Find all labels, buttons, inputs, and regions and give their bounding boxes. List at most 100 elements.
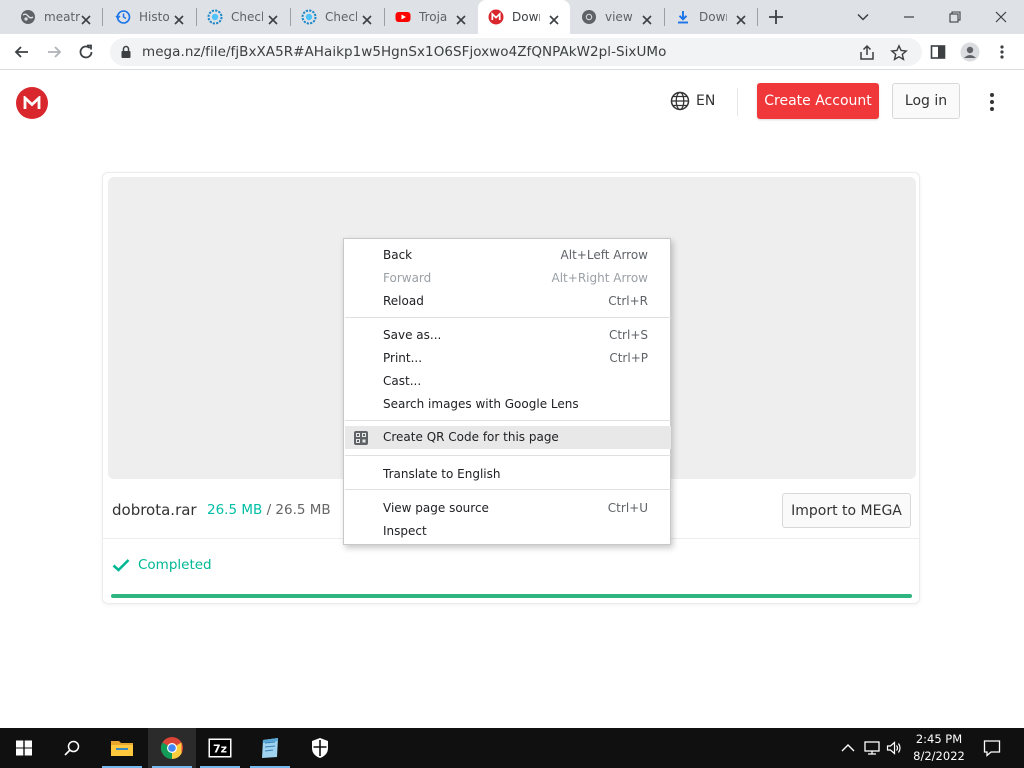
taskbar-chrome[interactable] bbox=[148, 728, 196, 768]
reload-button[interactable] bbox=[74, 40, 98, 64]
total-size: 26.5 MB bbox=[275, 502, 331, 518]
header-divider bbox=[737, 88, 738, 116]
file-explorer-icon bbox=[111, 741, 133, 756]
system-clock[interactable]: 2:45 PM 8/2/2022 bbox=[906, 731, 972, 765]
tab[interactable]: Histo bbox=[103, 0, 195, 34]
menu-item-shortcut: Ctrl+R bbox=[608, 294, 648, 308]
profile-avatar-icon bbox=[960, 42, 980, 62]
volume-icon[interactable] bbox=[886, 740, 902, 756]
taskbar-windows-security[interactable] bbox=[296, 728, 344, 768]
taskbar-7zip[interactable]: 7z bbox=[196, 728, 244, 768]
defender-icon bbox=[312, 738, 328, 758]
profile-button[interactable] bbox=[960, 42, 980, 62]
notification-center-icon[interactable] bbox=[982, 738, 1002, 758]
close-icon[interactable] bbox=[80, 11, 92, 25]
language-selector[interactable]: EN bbox=[670, 91, 715, 111]
notepad-icon bbox=[262, 738, 278, 758]
menu-item-google-lens[interactable]: Search images with Google Lens bbox=[345, 393, 671, 416]
menu-separator bbox=[345, 317, 671, 318]
tab-title: meatr bbox=[44, 10, 80, 24]
import-to-mega-button[interactable]: Import to MEGA bbox=[782, 493, 911, 528]
taskbar: 7z 2:45 PM 8/2/2022 bbox=[0, 728, 1024, 768]
close-icon[interactable] bbox=[267, 11, 279, 25]
minimize-icon bbox=[904, 16, 914, 18]
menu-item-shortcut: Ctrl+S bbox=[608, 328, 648, 342]
tab[interactable]: Trojan bbox=[385, 0, 477, 34]
more-vertical-icon bbox=[990, 93, 994, 97]
menu-item-reload[interactable]: Reload Ctrl+R bbox=[345, 290, 671, 313]
tab-search-button[interactable] bbox=[840, 0, 886, 34]
menu-item-shortcut: Alt+Right Arrow bbox=[551, 271, 648, 285]
close-icon[interactable] bbox=[173, 11, 185, 25]
tab-strip: meatr Histo Check Check bbox=[0, 0, 1024, 34]
close-icon[interactable] bbox=[641, 11, 653, 25]
tab-title: Check bbox=[231, 10, 263, 24]
downloaded-size: 26.5 MB bbox=[207, 502, 263, 518]
back-button[interactable] bbox=[10, 40, 34, 64]
tab[interactable]: meatr bbox=[0, 0, 102, 34]
chrome-icon bbox=[161, 737, 183, 759]
reload-icon bbox=[79, 44, 93, 59]
menu-item-inspect[interactable]: Inspect bbox=[345, 520, 671, 543]
download-icon bbox=[675, 9, 691, 25]
tab-active[interactable]: Down bbox=[478, 0, 570, 34]
tab[interactable]: Check bbox=[291, 0, 383, 34]
minimize-button[interactable] bbox=[886, 0, 932, 34]
lock-icon bbox=[121, 45, 131, 58]
menu-item-forward[interactable]: Forward Alt+Right Arrow bbox=[345, 267, 671, 290]
restore-button[interactable] bbox=[932, 0, 978, 34]
close-icon[interactable] bbox=[548, 11, 560, 25]
checker-gear-icon bbox=[301, 9, 317, 25]
menu-item-label: Reload bbox=[383, 294, 424, 308]
close-icon[interactable] bbox=[361, 11, 373, 25]
menu-item-translate[interactable]: Translate to English bbox=[345, 463, 671, 486]
menu-item-create-qr-code[interactable]: Create QR Code for this page bbox=[345, 426, 671, 449]
menu-item-label: Inspect bbox=[383, 524, 427, 538]
search-button[interactable] bbox=[48, 728, 96, 768]
share-icon bbox=[860, 44, 874, 60]
menu-item-print[interactable]: Print... Ctrl+P bbox=[345, 347, 671, 370]
create-account-button[interactable]: Create Account bbox=[757, 83, 879, 119]
menu-item-label: Search images with Google Lens bbox=[383, 397, 579, 411]
login-button[interactable]: Log in bbox=[892, 83, 960, 119]
address-bar[interactable]: mega.nz/file/fjBxXA5R#AHaikp1w5HgnSx1O6S… bbox=[110, 38, 922, 66]
menu-item-cast[interactable]: Cast... bbox=[345, 370, 671, 393]
menu-item-label: Translate to English bbox=[383, 467, 501, 481]
tab[interactable]: view- bbox=[571, 0, 663, 34]
menu-item-view-source[interactable]: View page source Ctrl+U bbox=[345, 497, 671, 520]
checkmark-icon bbox=[112, 559, 130, 572]
menu-separator bbox=[345, 455, 671, 456]
menu-item-save-as[interactable]: Save as... Ctrl+S bbox=[345, 324, 671, 347]
network-icon[interactable] bbox=[864, 740, 880, 756]
taskbar-notepad[interactable] bbox=[246, 728, 294, 768]
status-text: Completed bbox=[138, 557, 212, 573]
chevron-up-icon[interactable] bbox=[840, 740, 856, 756]
checker-gear-icon bbox=[207, 9, 223, 25]
menu-item-label: Cast... bbox=[383, 374, 422, 388]
clock-date: 8/2/2022 bbox=[913, 749, 965, 763]
close-window-button[interactable] bbox=[978, 0, 1024, 34]
menu-item-back[interactable]: Back Alt+Left Arrow bbox=[345, 244, 671, 267]
menu-item-label: Back bbox=[383, 248, 413, 262]
browser-menu-button[interactable] bbox=[992, 42, 1012, 62]
tab-separator bbox=[757, 8, 758, 26]
tab-title: Down bbox=[512, 10, 540, 24]
mega-menu-button[interactable] bbox=[982, 91, 1002, 113]
close-icon[interactable] bbox=[455, 11, 467, 25]
start-button[interactable] bbox=[0, 728, 48, 768]
mega-icon bbox=[488, 9, 504, 25]
start-icon bbox=[16, 740, 32, 756]
chevron-down-icon bbox=[857, 13, 869, 21]
side-panel-button[interactable] bbox=[928, 42, 948, 62]
tab-title: Check bbox=[325, 10, 357, 24]
tab[interactable]: Check bbox=[197, 0, 289, 34]
mega-logo[interactable] bbox=[16, 87, 48, 119]
taskbar-file-explorer[interactable] bbox=[98, 728, 146, 768]
tab[interactable]: Down bbox=[665, 0, 757, 34]
7zip-icon: 7z bbox=[208, 738, 232, 758]
menu-separator bbox=[345, 489, 671, 490]
close-icon[interactable] bbox=[735, 11, 747, 25]
menu-item-shortcut: Ctrl+U bbox=[607, 501, 648, 515]
forward-button[interactable] bbox=[42, 40, 66, 64]
new-tab-button[interactable] bbox=[766, 7, 786, 27]
